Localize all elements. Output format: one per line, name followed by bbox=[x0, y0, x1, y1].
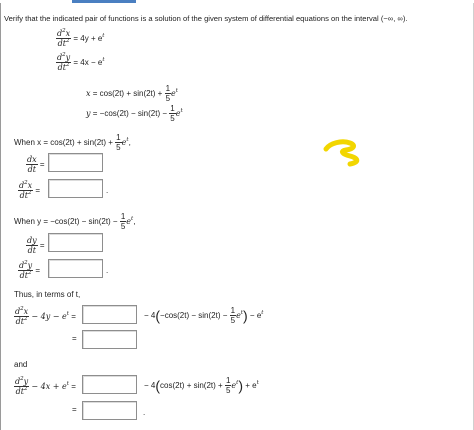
system-eq2: d2y dt2 = 4x − et bbox=[56, 52, 105, 73]
header-accent-bar bbox=[72, 0, 136, 3]
dxdt-label: dx dt = bbox=[26, 155, 45, 175]
d2xdt2-label: d2x dt2 = bbox=[18, 180, 41, 201]
verify-y-lhs: d2y dt2 − 4x + et = bbox=[14, 376, 76, 397]
verify-y-input-2[interactable] bbox=[82, 401, 137, 420]
verify-y-rhs: − 4(cos(2t) + sin(2t) + 1 5 et) + et bbox=[144, 376, 259, 396]
verify-y-input-1[interactable] bbox=[82, 375, 137, 394]
verify-x-rhs: − 4(−cos(2t) − sin(2t) − 1 5 et) − et bbox=[144, 306, 264, 326]
verify-x-input-1[interactable] bbox=[82, 305, 137, 324]
period-final: . bbox=[143, 408, 146, 417]
and-text: and bbox=[14, 360, 28, 369]
left-border bbox=[0, 3, 1, 430]
d2ydt2-input[interactable] bbox=[48, 259, 103, 278]
verify-x-input-2[interactable] bbox=[82, 330, 137, 349]
dydt-label: dy dt = bbox=[26, 236, 45, 256]
d2xdt2-input[interactable] bbox=[48, 179, 103, 198]
when-y-line: When y = −cos(2t) − sin(2t) − 1 5 et, bbox=[14, 212, 136, 232]
solution-x: x = cos(2t) + sin(2t) + 1 5 et bbox=[86, 84, 178, 104]
eq2-rhs: = 4x − e bbox=[73, 57, 103, 67]
eq1-rhs: = 4y + e bbox=[73, 33, 103, 43]
yellow-handwritten-mark-icon bbox=[323, 139, 360, 167]
instruction-text: Verify that the indicated pair of functi… bbox=[4, 14, 408, 23]
verify-x-eq2: = bbox=[72, 334, 77, 343]
verify-x-lhs: d2x dt2 − 4y − et = bbox=[14, 306, 76, 327]
dxdt-input[interactable] bbox=[48, 153, 103, 172]
period-y: . bbox=[106, 266, 109, 275]
thus-text: Thus, in terms of t, bbox=[14, 290, 81, 299]
when-x-line: When x = cos(2t) + sin(2t) + 1 5 et, bbox=[14, 133, 131, 153]
verify-y-eq2: = bbox=[72, 405, 77, 414]
system-eq1: d2x dt2 = 4y + et bbox=[56, 28, 105, 49]
solution-y: y = −cos(2t) − sin(2t) − 1 5 et bbox=[86, 104, 183, 124]
dydt-input[interactable] bbox=[48, 233, 103, 252]
d2ydt2-label: d2y dt2 = bbox=[18, 260, 41, 281]
period-x: . bbox=[106, 186, 109, 195]
